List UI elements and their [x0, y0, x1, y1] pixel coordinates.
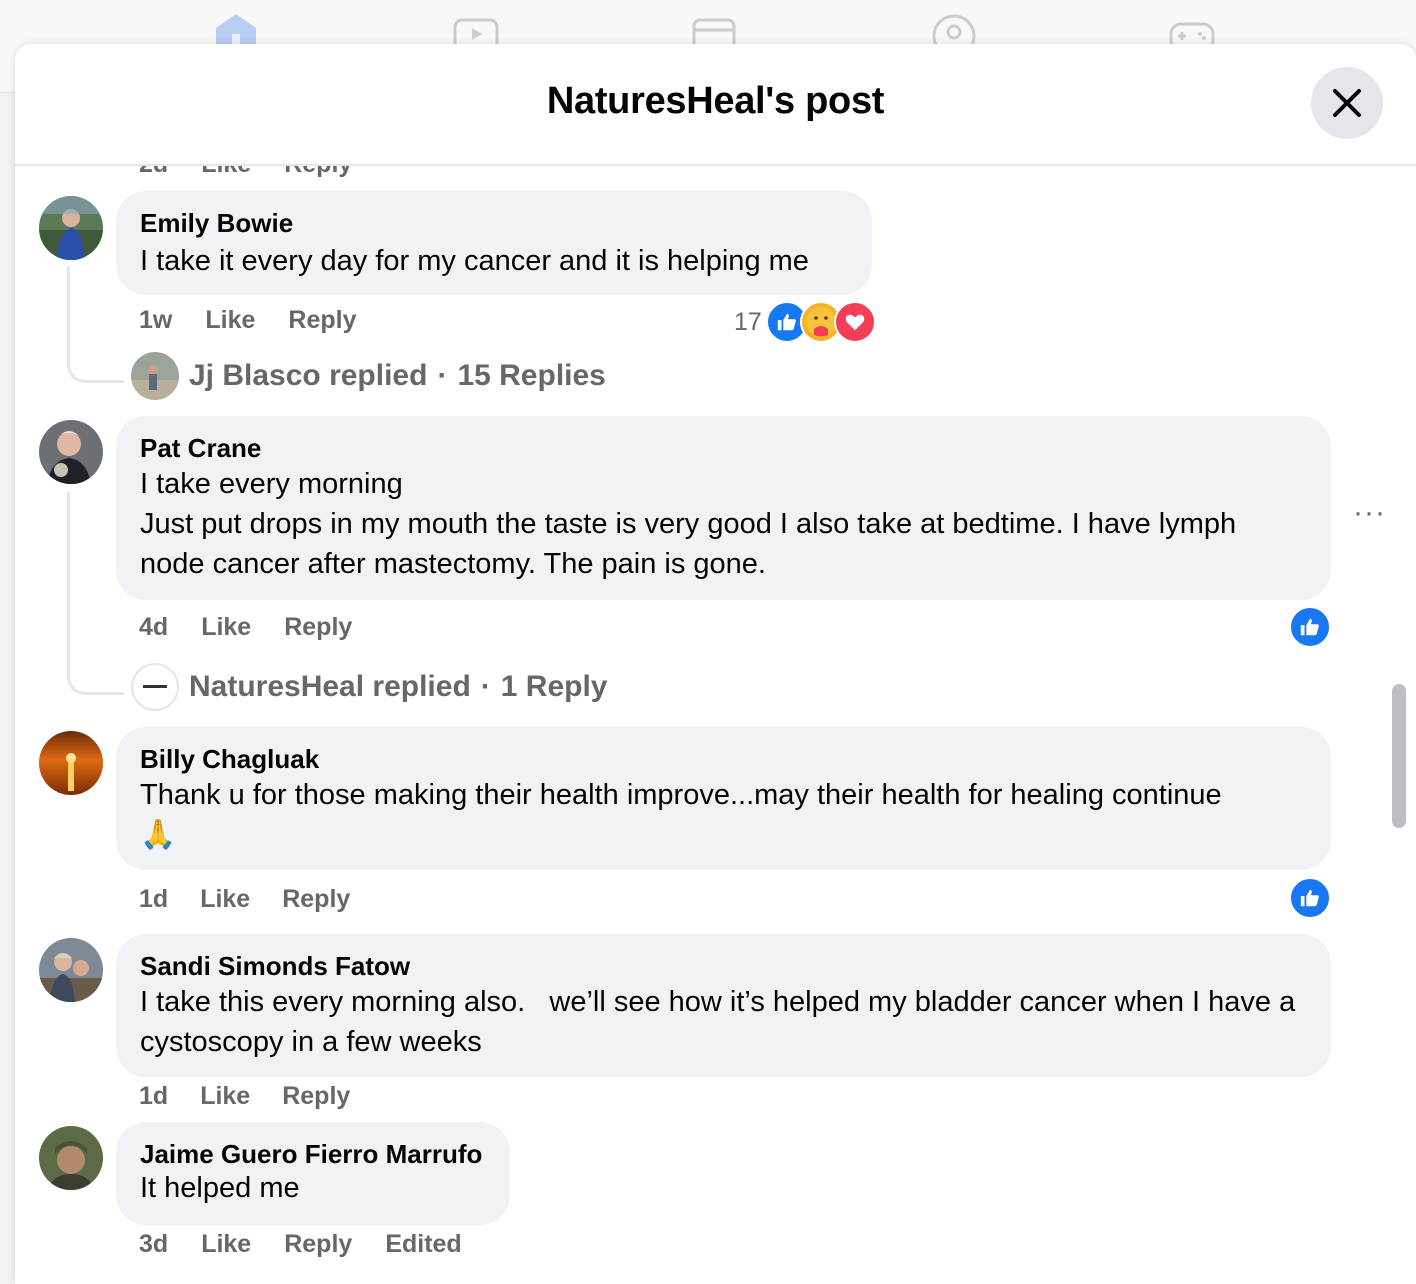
- comment-text: Thank u for those making their health im…: [140, 779, 1222, 851]
- avatar: [131, 663, 179, 711]
- comment-bubble: Jaime Guero Fierro Marrufo It helped me: [116, 1122, 510, 1225]
- thumbs-up-icon[interactable]: [1289, 606, 1331, 648]
- reaction-count: 17: [734, 307, 762, 336]
- avatar[interactable]: [39, 1126, 103, 1190]
- thread-line: [67, 266, 124, 383]
- comment-time[interactable]: 1d: [139, 885, 168, 914]
- reply-action[interactable]: Reply: [282, 885, 350, 914]
- separator: ·: [480, 670, 491, 703]
- comments-scroll-area[interactable]: 2d Like Reply Emily Bowie I take it ever…: [15, 44, 1416, 1284]
- reply-action[interactable]: Reply: [284, 1230, 352, 1259]
- heart-icon: [833, 301, 876, 343]
- view-replies-link[interactable]: Jj Blasco replied · 15 Replies: [131, 352, 606, 400]
- avatar[interactable]: [39, 420, 103, 484]
- like-action[interactable]: Like: [205, 306, 255, 335]
- comment-author[interactable]: Emily Bowie: [140, 207, 848, 239]
- comment-text: I take every morning Just put drops in m…: [140, 468, 1237, 580]
- comment-time[interactable]: 4d: [139, 613, 168, 642]
- like-action[interactable]: Like: [201, 1230, 251, 1259]
- edited-label: Edited: [385, 1230, 462, 1258]
- comment-time[interactable]: 3d: [139, 1230, 168, 1259]
- comment-text: It helped me: [140, 1172, 300, 1204]
- comment-author[interactable]: Sandi Simonds Fatow: [140, 950, 1307, 982]
- reply-action[interactable]: Reply: [284, 613, 352, 642]
- reply-action[interactable]: Reply: [282, 1082, 350, 1111]
- replied-author: NaturesHeal replied: [189, 670, 471, 703]
- like-action[interactable]: Like: [200, 885, 250, 914]
- reply-count: 15 Replies: [457, 359, 606, 392]
- comment-text: I take it every day for my cancer and it…: [140, 245, 809, 277]
- avatar: [131, 352, 179, 400]
- comment-bubble: Billy Chagluak Thank u for those making …: [116, 727, 1331, 870]
- post-dialog: 2d Like Reply Emily Bowie I take it ever…: [15, 44, 1416, 1284]
- more-options-icon[interactable]: ···: [1353, 496, 1386, 530]
- comment-author[interactable]: Jaime Guero Fierro Marrufo: [140, 1138, 486, 1170]
- comment-text: I take this every morning also. we’ll se…: [140, 986, 1304, 1058]
- comment-meta: 1d Like Reply: [139, 885, 350, 914]
- avatar[interactable]: [39, 196, 103, 260]
- comment-meta: 1w Like Reply: [139, 306, 356, 335]
- comment-bubble: Emily Bowie I take it every day for my c…: [116, 191, 872, 295]
- dialog-header: NaturesHeal's post: [15, 44, 1416, 166]
- scrollbar-thumb[interactable]: [1392, 684, 1406, 828]
- comment-bubble: Pat Crane I take every morning Just put …: [116, 416, 1331, 600]
- comment-time[interactable]: 1w: [139, 306, 172, 335]
- thumbs-up-icon[interactable]: [1289, 877, 1331, 919]
- dialog-title: NaturesHeal's post: [546, 80, 885, 122]
- comment-bubble: Sandi Simonds Fatow I take this every mo…: [116, 934, 1331, 1077]
- avatar[interactable]: [39, 731, 103, 795]
- comment-author[interactable]: Billy Chagluak: [140, 743, 1307, 775]
- like-action[interactable]: Like: [200, 1082, 250, 1111]
- view-replies-link[interactable]: NaturesHeal replied · 1 Reply: [131, 663, 608, 711]
- close-button[interactable]: [1311, 67, 1383, 139]
- comment-meta: 3d Like Reply Edited: [139, 1230, 462, 1259]
- reply-count: 1 Reply: [500, 670, 608, 703]
- comment-meta: 1d Like Reply: [139, 1082, 350, 1111]
- like-action[interactable]: Like: [201, 613, 251, 642]
- reply-action[interactable]: Reply: [288, 306, 356, 335]
- comment-time[interactable]: 1d: [139, 1082, 168, 1111]
- comment-author[interactable]: Pat Crane: [140, 432, 1307, 464]
- close-icon: [1333, 89, 1361, 117]
- avatar[interactable]: [39, 938, 103, 1002]
- separator: ·: [437, 359, 448, 392]
- replied-author: Jj Blasco replied: [189, 359, 428, 392]
- reaction-summary[interactable]: 17: [734, 301, 876, 343]
- comment-meta: 4d Like Reply: [139, 613, 352, 642]
